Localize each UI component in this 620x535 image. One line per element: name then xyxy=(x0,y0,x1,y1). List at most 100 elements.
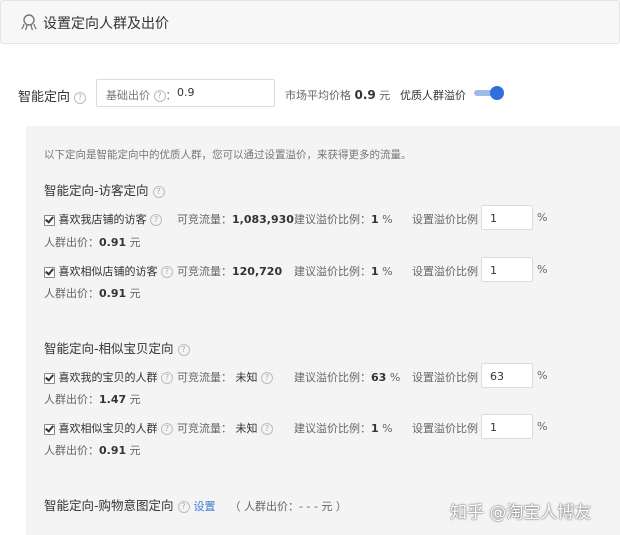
help-icon[interactable]: ? xyxy=(74,91,87,104)
set-premium-label: 设置溢价比例 xyxy=(412,265,478,278)
crowd-bid-unit: 元 xyxy=(129,393,141,406)
toggle-knob[interactable] xyxy=(490,86,504,100)
suggest-value: 1 xyxy=(371,422,379,435)
suggest-value: 63 xyxy=(371,371,387,384)
help-icon[interactable]: ? xyxy=(150,214,162,226)
suggest-pct: % xyxy=(382,422,393,435)
traffic-value: 1,083,930 xyxy=(232,213,294,226)
octopus-icon xyxy=(21,14,37,31)
crowd-row-like-my-items: 喜欢我的宝贝的人群 ? xyxy=(44,369,173,385)
set-premium-label: 设置溢价比例 xyxy=(412,371,478,384)
crowd-bid-label: 人群出价： xyxy=(44,236,99,249)
help-icon[interactable]: ? xyxy=(153,90,166,102)
help-icon[interactable]: ? xyxy=(177,500,190,513)
set-premium-label: 设置溢价比例 xyxy=(412,213,478,226)
traffic-value: 未知 xyxy=(235,371,258,384)
suggest-pct: % xyxy=(382,265,393,278)
help-icon[interactable]: ? xyxy=(161,372,173,384)
crowd-bid-label: 人群出价： xyxy=(44,287,99,300)
group-title-shopping-intent: 智能定向-购物意图定向 ? 设置 （ 人群出价：- - - 元 ） xyxy=(44,495,347,514)
traffic-label: 可竞流量： xyxy=(177,371,232,384)
market-price-value: 0.9 xyxy=(354,88,376,102)
group-title-visitor: 智能定向-访客定向 ? xyxy=(44,180,165,199)
section-header: 设置定向人群及出价 xyxy=(0,0,620,44)
set-premium-label: 设置溢价比例 xyxy=(412,422,478,435)
crowd-bid-label: 人群出价： xyxy=(44,393,99,406)
help-icon[interactable]: ? xyxy=(152,185,165,198)
checkbox[interactable] xyxy=(44,214,55,226)
premium-pct: % xyxy=(537,263,548,276)
suggest-value: 1 xyxy=(371,213,379,226)
crowd-name: 喜欢相似店铺的访客 xyxy=(58,265,158,278)
suggest-info: 建议溢价比例：1 % xyxy=(294,420,393,436)
help-icon[interactable]: ? xyxy=(161,266,173,278)
checkbox[interactable] xyxy=(44,423,55,435)
base-bid-input[interactable]: 基础出价 ?： 0.9 xyxy=(96,79,275,107)
crowd-bid-unit: 元 xyxy=(129,444,141,457)
group-title-shopping-intent-text: 智能定向-购物意图定向 xyxy=(44,498,174,513)
crowd-bid-value: 1.47 xyxy=(99,393,127,406)
page-title: 设置定向人群及出价 xyxy=(43,16,169,32)
suggest-info: 建议溢价比例：1 % xyxy=(294,263,393,279)
panel-intro: 以下定向是智能定向中的优质人群，您可以通过设置溢价，来获得更多的流量。 xyxy=(44,149,412,161)
suggest-label: 建议溢价比例： xyxy=(294,213,371,226)
help-icon[interactable]: ? xyxy=(177,343,190,356)
crowd-bid: 人群出价：0.91 元 xyxy=(44,234,141,250)
shopping-setting-link[interactable]: 设置 xyxy=(193,500,215,513)
base-bid-value: 0.9 xyxy=(177,86,195,99)
crowd-row-my-shop-visitors: 喜欢我店铺的访客 ? xyxy=(44,211,162,227)
premium-pct: % xyxy=(537,420,548,433)
smart-targeting-label: 智能定向 ? xyxy=(18,86,87,105)
crowd-name: 喜欢我的宝贝的人群 xyxy=(58,371,158,384)
group-title-visitor-text: 智能定向-访客定向 xyxy=(44,183,149,198)
traffic-info: 可竞流量： 未知 ? xyxy=(177,369,273,385)
traffic-label: 可竞流量： xyxy=(177,213,232,226)
help-icon[interactable]: ? xyxy=(261,372,273,384)
watermark: 知乎 @淘宝人博友 xyxy=(450,503,592,523)
crowd-name: 喜欢相似宝贝的人群 xyxy=(58,422,158,435)
traffic-label: 可竞流量： xyxy=(177,422,232,435)
traffic-value: 120,720 xyxy=(232,265,283,278)
base-bid-label-text: 基础出价 xyxy=(106,89,150,102)
suggest-info: 建议溢价比例：1 % xyxy=(294,211,393,227)
premium-ratio-input[interactable]: 1 xyxy=(481,205,533,230)
premium-pct: % xyxy=(537,369,548,382)
crowd-bid-label: 人群出价： xyxy=(44,444,99,457)
crowd-bid: 人群出价：0.91 元 xyxy=(44,442,141,458)
checkbox[interactable] xyxy=(44,266,55,278)
premium-ratio-input[interactable]: 1 xyxy=(481,414,533,439)
smart-targeting-text: 智能定向 xyxy=(18,90,71,105)
premium-toggle-label: 优质人群溢价 xyxy=(400,89,466,102)
premium-ratio-input[interactable]: 63 xyxy=(481,363,533,388)
crowd-bid-unit: 元 xyxy=(129,287,141,300)
suggest-label: 建议溢价比例： xyxy=(294,265,371,278)
traffic-label: 可竞流量： xyxy=(177,265,232,278)
help-icon[interactable]: ? xyxy=(261,423,273,435)
crowd-bid-unit: 元 xyxy=(129,236,141,249)
suggest-info: 建议溢价比例：63 % xyxy=(294,369,400,385)
suggest-value: 1 xyxy=(371,265,379,278)
crowd-bid: 人群出价：0.91 元 xyxy=(44,285,141,301)
traffic-info: 可竞流量：120,720 xyxy=(177,263,282,279)
base-bid-label: 基础出价 ?： xyxy=(106,89,177,102)
traffic-info: 可竞流量：1,083,930 xyxy=(177,211,294,227)
suggest-pct: % xyxy=(389,371,401,384)
market-price-unit: 元 xyxy=(379,89,391,102)
traffic-value: 未知 xyxy=(235,422,258,435)
market-price-label: 市场平均价格 xyxy=(285,89,351,102)
crowd-row-similar-shop-visitors: 喜欢相似店铺的访客 ? xyxy=(44,263,173,279)
shopping-bid-text: （ 人群出价：- - - 元 ） xyxy=(229,500,347,513)
group-title-similar-item-text: 智能定向-相似宝贝定向 xyxy=(44,341,174,356)
suggest-label: 建议溢价比例： xyxy=(294,422,371,435)
crowd-name: 喜欢我店铺的访客 xyxy=(58,213,147,226)
crowd-bid-value: 0.91 xyxy=(99,287,127,300)
crowd-bid-value: 0.91 xyxy=(99,236,127,249)
suggest-pct: % xyxy=(382,213,393,226)
traffic-info: 可竞流量： 未知 ? xyxy=(177,420,273,436)
market-price: 市场平均价格 0.9 元 xyxy=(285,87,390,103)
help-icon[interactable]: ? xyxy=(161,423,173,435)
checkbox[interactable] xyxy=(44,372,55,384)
crowd-bid: 人群出价：1.47 元 xyxy=(44,391,141,407)
group-title-similar-item: 智能定向-相似宝贝定向 ? xyxy=(44,338,190,357)
premium-ratio-input[interactable]: 1 xyxy=(481,257,533,282)
